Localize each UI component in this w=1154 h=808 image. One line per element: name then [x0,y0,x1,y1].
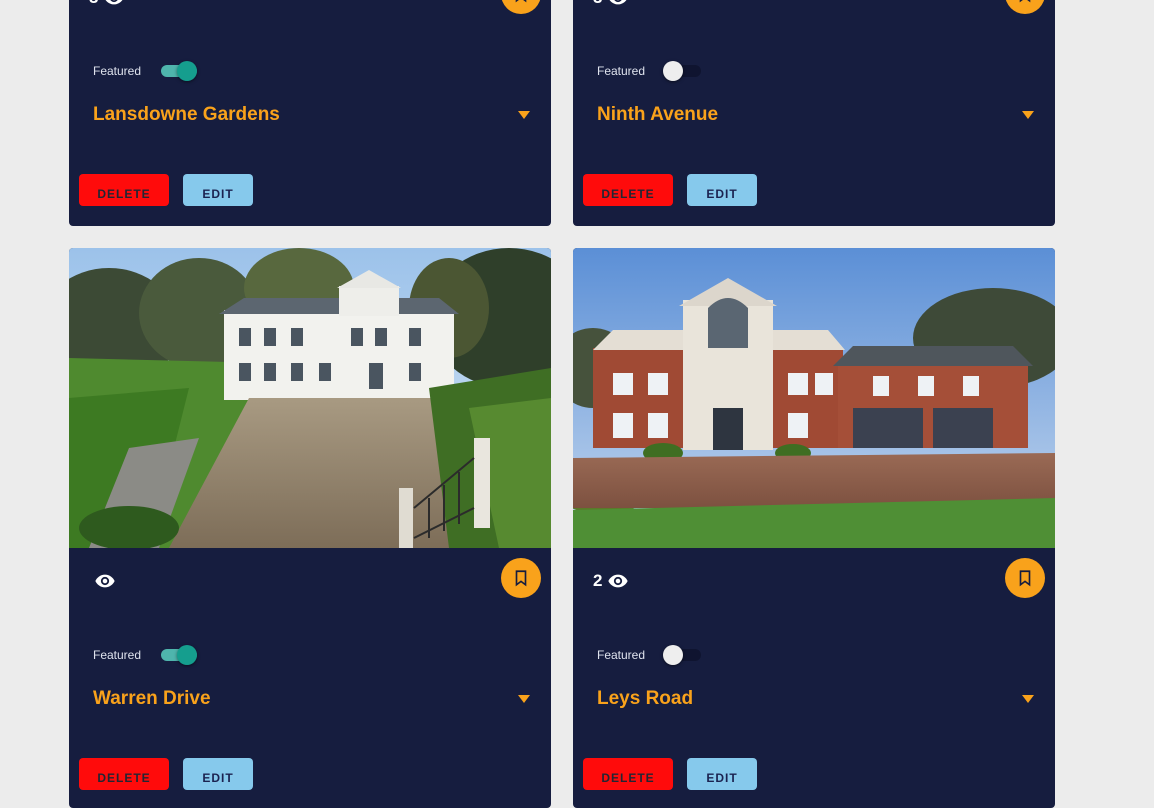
delete-button[interactable]: DELETE [79,758,169,790]
bookmark-icon [515,0,527,3]
caret-down-icon[interactable] [1021,110,1035,120]
views-count: 3 [89,0,125,9]
views-number: 3 [593,0,602,8]
caret-down-icon[interactable] [517,110,531,120]
eye-icon [608,574,629,588]
property-card: Featured Warren Drive DELETE EDIT [69,248,551,808]
property-card: 2 Featured Leys Road DELETE EDIT [573,248,1055,808]
featured-label: Featured [597,648,646,662]
featured-label: Featured [93,64,142,78]
edit-button[interactable]: EDIT [183,174,253,206]
featured-row: Featured [93,645,199,665]
featured-toggle[interactable] [663,61,703,81]
edit-button[interactable]: EDIT [687,174,757,206]
caret-down-icon[interactable] [1021,694,1035,704]
title-row: Leys Road [597,688,1035,710]
featured-row: Featured [597,645,703,665]
property-photo [69,248,551,548]
property-title: Warren Drive [93,688,211,709]
edit-button[interactable]: EDIT [183,758,253,790]
caret-down-icon[interactable] [517,694,531,704]
title-row: Ninth Avenue [597,104,1035,126]
bookmark-button[interactable] [501,0,541,14]
featured-label: Featured [597,64,646,78]
bookmark-icon [1019,570,1031,587]
bookmark-button[interactable] [501,558,541,598]
bookmark-icon [1019,0,1031,3]
views-number: 3 [89,0,98,8]
property-title: Lansdowne Gardens [93,104,280,125]
featured-toggle[interactable] [159,645,199,665]
views-number: 2 [593,571,603,590]
delete-button[interactable]: DELETE [583,758,673,790]
featured-row: Featured [93,61,199,81]
views-count [89,570,116,592]
property-photo [573,248,1055,548]
title-row: Lansdowne Gardens [93,104,531,126]
eye-icon [106,0,123,5]
bookmark-button[interactable] [1005,558,1045,598]
featured-row: Featured [597,61,703,81]
views-count: 3 [593,0,629,9]
edit-button[interactable]: EDIT [687,758,757,790]
bookmark-button[interactable] [1005,0,1045,14]
title-row: Warren Drive [93,688,531,710]
property-card: 3 Featured Lansdowne Gardens DELETE EDIT [69,0,551,226]
property-title: Leys Road [597,688,694,709]
property-card: 3 Featured Ninth Avenue DELETE EDIT [573,0,1055,226]
delete-button[interactable]: DELETE [79,174,169,206]
views-count: 2 [593,570,629,592]
featured-label: Featured [93,648,142,662]
delete-button[interactable]: DELETE [583,174,673,206]
featured-toggle[interactable] [663,645,703,665]
eye-icon [610,0,627,5]
eye-icon [95,574,115,588]
featured-toggle[interactable] [159,61,199,81]
bookmark-icon [515,570,527,587]
property-title: Ninth Avenue [597,104,719,125]
